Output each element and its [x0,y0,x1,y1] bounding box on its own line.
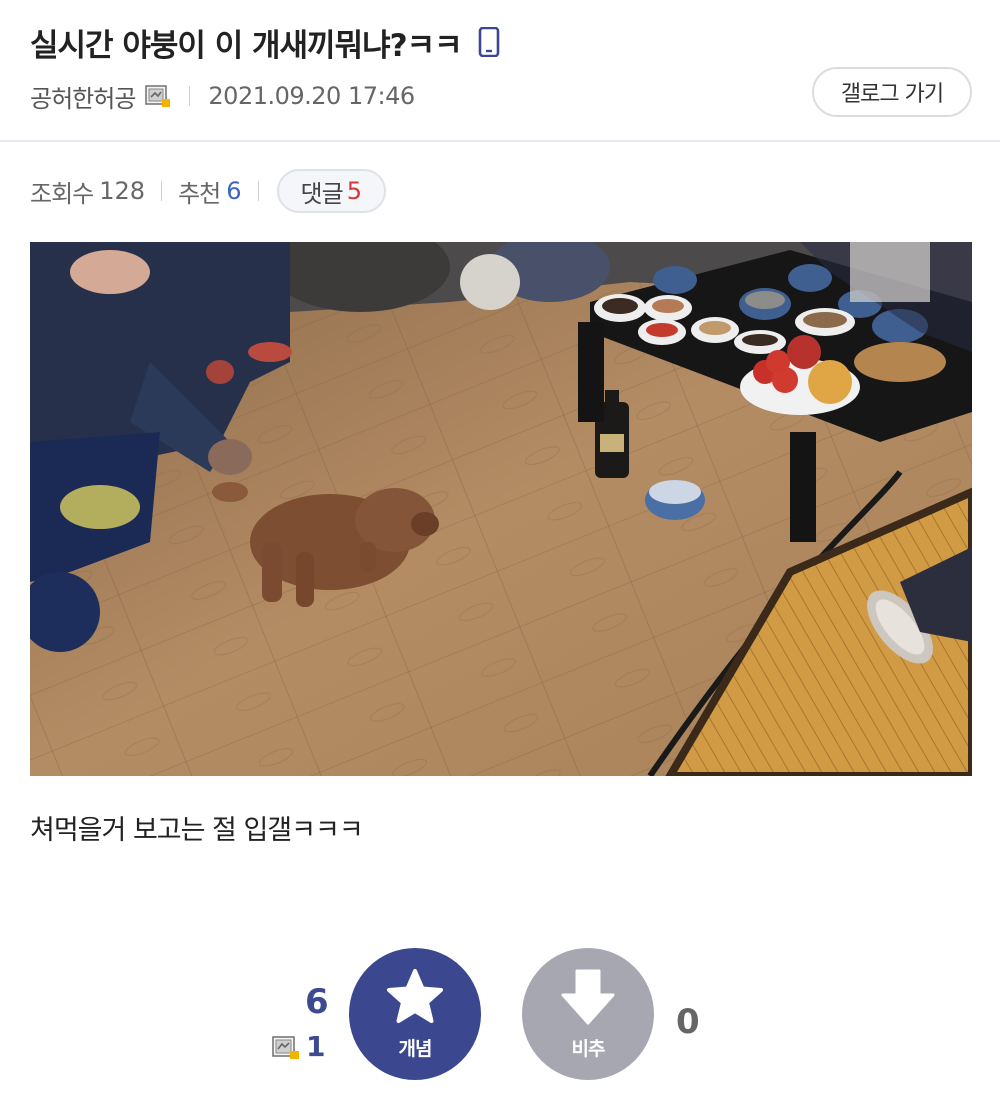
fixed-recommend-count: 1 [306,1030,326,1063]
downvote-label: 비추 [571,1037,606,1060]
comments-label: 댓글 [300,179,344,208]
meta-separator [189,86,191,106]
stats-row: 조회수 128 추천 6 댓글 5 [30,168,386,214]
views-count: 128 [99,177,146,205]
fixed-recommend: 1 [272,1030,325,1063]
upvote-label: 개념 [398,1037,433,1060]
author-name[interactable]: 공허한허공 [30,79,136,114]
gallog-button[interactable]: 갤로그 가기 [812,67,972,117]
views-label: 조회수 [30,179,94,208]
recommend-label: 추천 [178,179,221,208]
upvote-button[interactable]: 개념 [349,948,481,1080]
downvote-count: 0 [676,1002,700,1042]
vote-area: 6 1 개념 비추 0 [0,944,1000,1084]
gallog-badge-icon [145,84,171,108]
downvote-button[interactable]: 비추 [522,948,654,1080]
header-divider [0,140,1000,142]
down-arrow-icon [560,968,616,1030]
recommend-count: 6 [226,177,242,205]
comments-count: 5 [346,177,362,205]
upvote-count: 6 [305,982,329,1022]
title-row: 실시간 야붕이 이 개새끼뭐냐?ㅋㅋ [30,20,500,64]
post-meta: 공허한허공 2021.09.20 17:46 [30,78,415,114]
post-image[interactable] [30,242,972,776]
post-title: 실시간 야붕이 이 개새끼뭐냐?ㅋㅋ [30,27,463,64]
stats-separator [161,181,163,201]
post-date: 2021.09.20 17:46 [208,82,415,110]
star-icon [384,968,446,1030]
stats-separator [257,181,259,201]
gallog-badge-icon [272,1034,300,1060]
mobile-phone-icon [478,27,500,57]
comments-button[interactable]: 댓글 5 [276,169,386,213]
post-body: 쳐먹을거 보고는 절 입갤ㅋㅋㅋ [30,815,364,846]
